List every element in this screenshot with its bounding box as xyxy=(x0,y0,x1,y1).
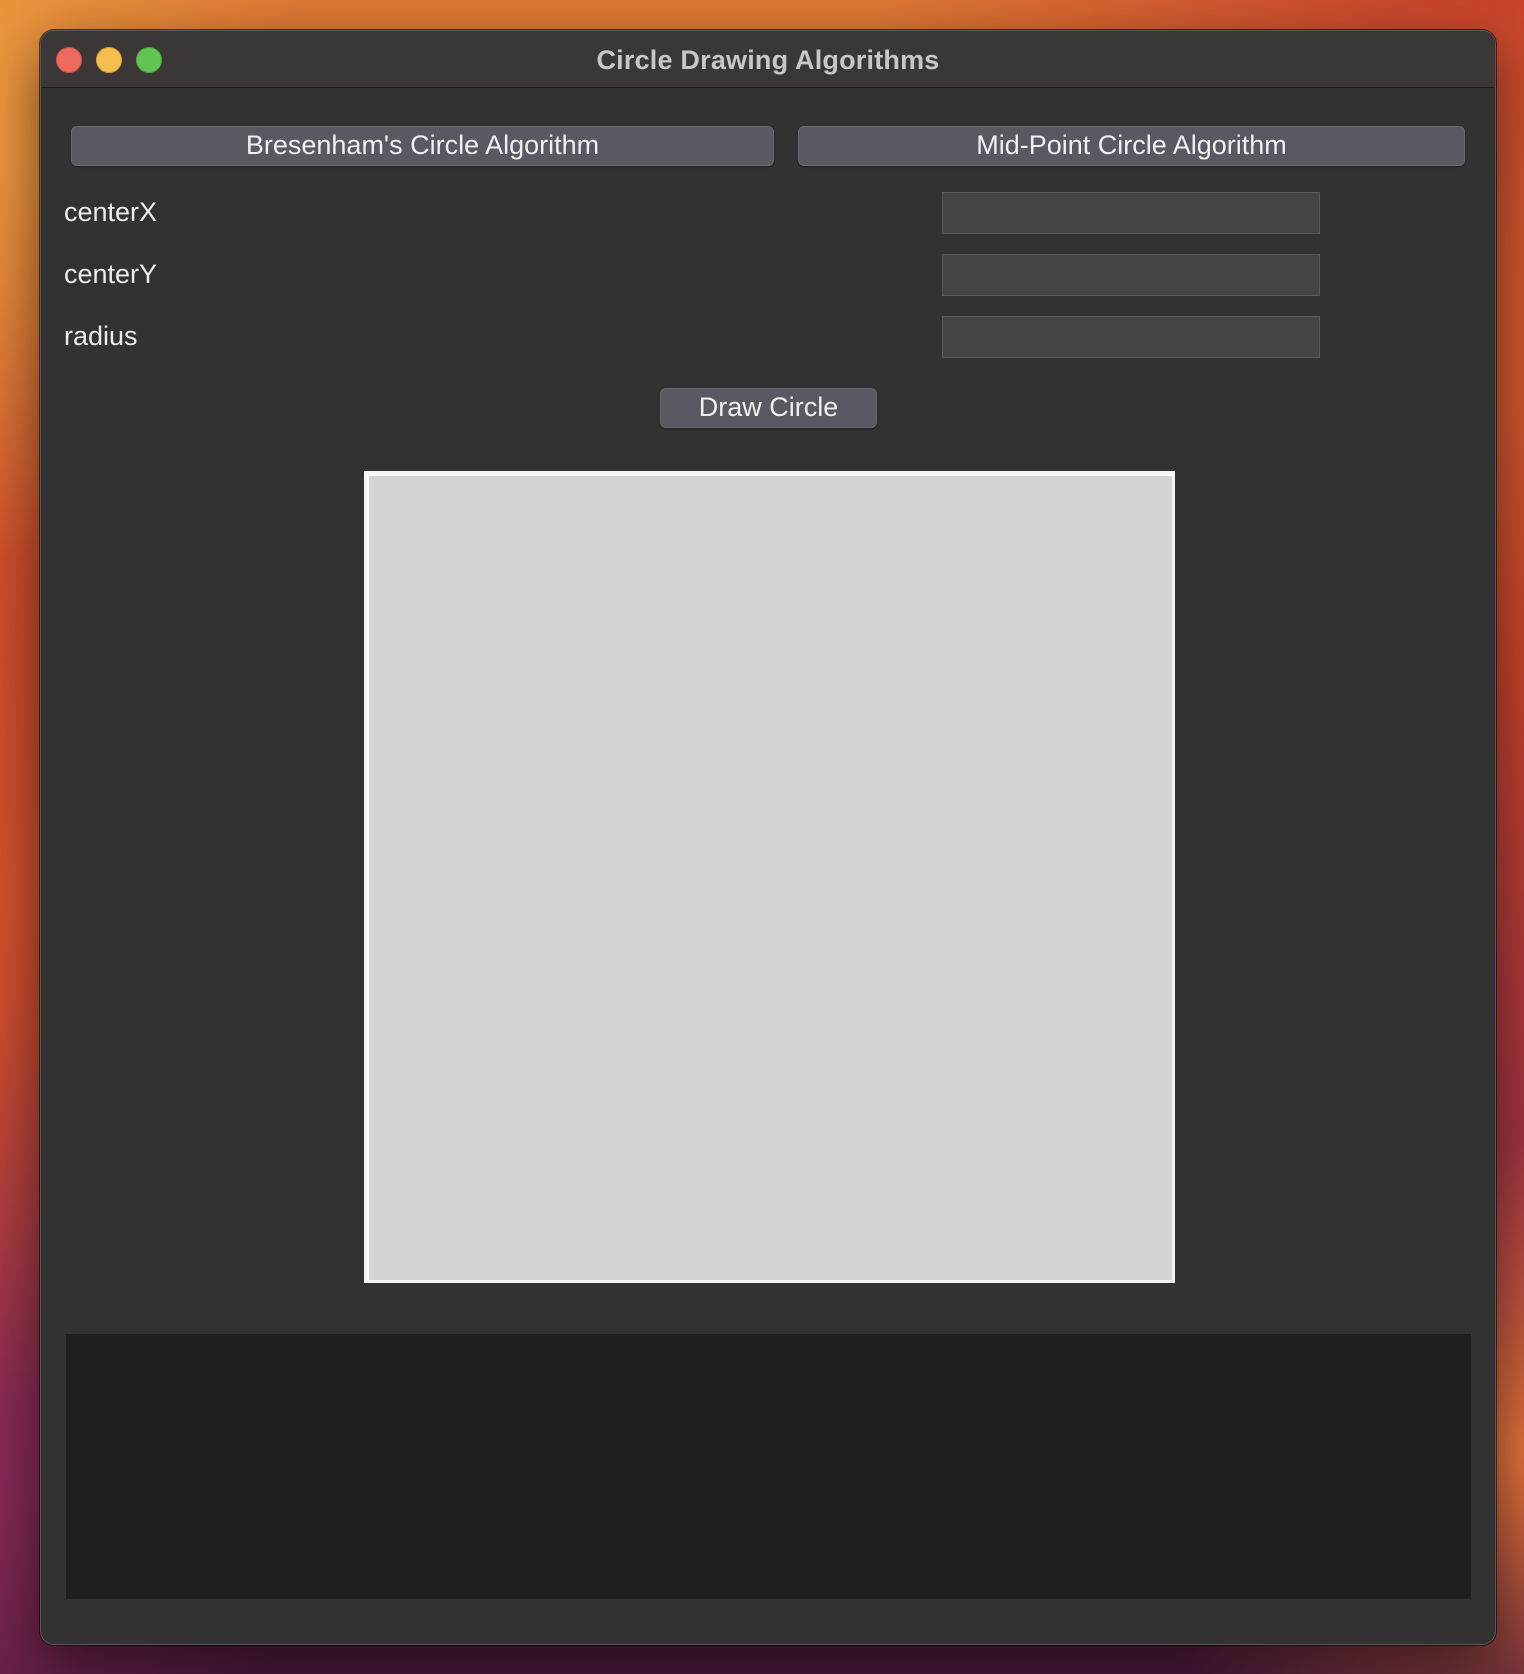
drawing-canvas[interactable] xyxy=(364,471,1175,1283)
bresenham-button[interactable]: Bresenham's Circle Algorithm xyxy=(71,126,774,166)
center-y-field[interactable] xyxy=(942,254,1320,296)
center-y-label: centerY xyxy=(64,259,158,289)
window-title: Circle Drawing Algorithms xyxy=(596,45,940,75)
midpoint-button[interactable]: Mid-Point Circle Algorithm xyxy=(798,126,1465,166)
center-x-field[interactable] xyxy=(942,192,1320,234)
output-console[interactable] xyxy=(66,1334,1471,1599)
draw-circle-button[interactable]: Draw Circle xyxy=(660,388,877,428)
title-bar[interactable]: Circle Drawing Algorithms xyxy=(41,31,1495,88)
app-window: Circle Drawing Algorithms Bresenham's Ci… xyxy=(40,30,1496,1645)
radius-field[interactable] xyxy=(942,316,1320,358)
center-x-label: centerX xyxy=(64,197,158,227)
radius-label: radius xyxy=(64,321,138,351)
